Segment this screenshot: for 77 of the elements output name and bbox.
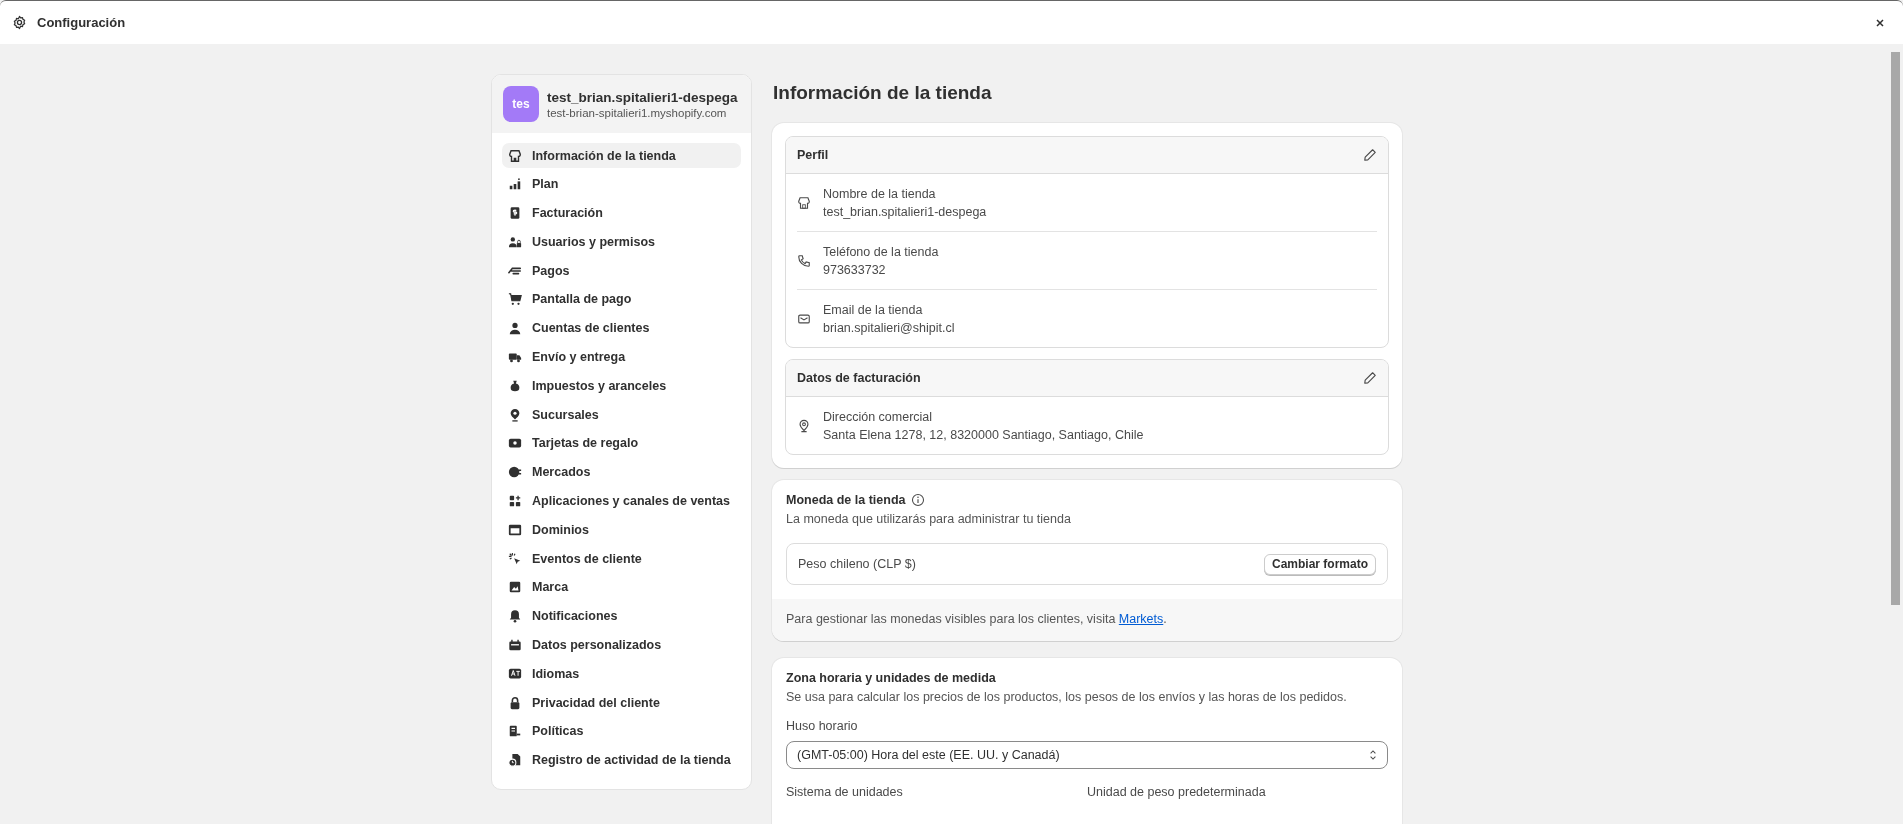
field-value: Santa Elena 1278, 12, 8320000 Santiago, Santiago, Chile xyxy=(823,427,1144,442)
card-description: Se usa para calcular los precios de los productos, los pesos de los envíos y las horas de los pedidos. xyxy=(786,690,1348,704)
timezone-select[interactable]: (GMT-05:00) Hora del este (EE. UU. y Canadá) xyxy=(786,741,1388,769)
lock-icon xyxy=(508,695,522,710)
sidebar-item[interactable]: Pagos xyxy=(502,258,741,284)
window-title: Configuración xyxy=(37,15,126,30)
change-format-button[interactable]: Cambiar formato xyxy=(1263,553,1376,575)
weight-unit-label: Unidad de peso predeterminada xyxy=(1087,785,1267,799)
sidebar-item[interactable]: Aplicaciones y canales de ventas xyxy=(502,488,741,514)
translate-icon xyxy=(508,666,522,681)
page-title: Información de la tienda xyxy=(773,82,993,104)
unit-system-label: Sistema de unidades xyxy=(786,785,904,799)
image-icon xyxy=(508,580,522,595)
field-label: Email de la tienda xyxy=(823,302,924,317)
section-title: Datos de facturación xyxy=(797,371,921,385)
store-name: test_brian.spitalieri1-despega xyxy=(547,89,738,105)
sidebar-item[interactable]: Impuestos y aranceles xyxy=(502,373,741,399)
store-icon xyxy=(797,195,811,210)
location-pin-icon xyxy=(508,407,522,422)
sidebar-item[interactable]: Dominios xyxy=(502,517,741,543)
sidebar-item[interactable]: Idiomas xyxy=(502,661,741,687)
cursor-click-icon xyxy=(508,551,522,566)
scrollbar-thumb[interactable] xyxy=(1891,52,1900,605)
sidebar-item[interactable]: Tarjetas de regalo xyxy=(502,430,741,456)
sidebar-item[interactable]: Envío y entrega xyxy=(502,344,741,370)
field-label: Nombre de la tienda xyxy=(823,186,937,201)
settings-icon xyxy=(12,15,27,30)
sidebar-item[interactable]: Cuentas de clientes xyxy=(502,315,741,341)
sidebar-item[interactable]: Pantalla de pago xyxy=(502,287,741,312)
sidebar-item[interactable]: Facturación xyxy=(502,200,741,226)
chevron-up-down-icon xyxy=(1369,749,1377,761)
sidebar-item[interactable]: Sucursales xyxy=(502,402,741,428)
sidebar-item[interactable]: Registro de actividad de la tienda xyxy=(502,747,741,773)
phone-icon xyxy=(797,253,811,268)
sidebar-item[interactable]: Plan xyxy=(502,171,741,197)
currency-value: Peso chileno (CLP $) xyxy=(798,557,916,571)
document-icon xyxy=(508,724,522,739)
field-label: Dirección comercial xyxy=(823,409,934,424)
location-pin-icon xyxy=(797,418,811,433)
sidebar-item[interactable]: Datos personalizados xyxy=(502,632,741,658)
sidebar-item[interactable]: Usuarios y permisos xyxy=(502,229,741,255)
store-domain: test-brian-spitalieri1.myshopify.com xyxy=(547,106,728,119)
store-icon xyxy=(508,148,522,163)
clock-document-icon xyxy=(508,753,522,768)
edit-icon[interactable] xyxy=(1363,371,1377,385)
card-title: Moneda de la tienda xyxy=(786,493,906,507)
sidebar-item[interactable]: Políticas xyxy=(502,718,741,744)
receipt-icon xyxy=(508,206,522,221)
sidebar-item[interactable]: Privacidad del cliente xyxy=(502,690,741,716)
timezone-label: Huso horario xyxy=(786,719,859,733)
edit-icon[interactable] xyxy=(1363,148,1377,162)
close-icon[interactable] xyxy=(1875,17,1885,28)
calendar-icon xyxy=(508,638,522,653)
money-bag-icon xyxy=(508,378,522,393)
field-value: 973633732 xyxy=(823,262,887,277)
person-icon xyxy=(508,321,522,336)
apps-icon xyxy=(508,494,522,509)
field-value: test_brian.spitalieri1-despega xyxy=(823,204,987,219)
section-title: Perfil xyxy=(797,148,829,162)
card-description: La moneda que utilizarás para administrar tu tienda xyxy=(786,512,1072,526)
cart-icon xyxy=(508,292,522,307)
sidebar-item[interactable]: Eventos de cliente xyxy=(502,546,741,572)
footer-text: Para gestionar las monedas visibles para los clientes, visita Markets. xyxy=(786,612,1168,626)
sidebar-item[interactable]: Notificaciones xyxy=(502,603,741,629)
field-label: Teléfono de la tienda xyxy=(823,244,939,259)
bell-icon xyxy=(508,609,522,624)
field-value: brian.spitalieri@shipit.cl xyxy=(823,320,955,335)
sidebar-item[interactable]: Mercados xyxy=(502,459,741,485)
store-avatar: tes xyxy=(503,86,539,122)
bar-chart-icon xyxy=(508,177,522,192)
browser-icon xyxy=(508,522,522,537)
mail-icon xyxy=(797,311,811,326)
info-icon[interactable] xyxy=(911,493,926,507)
sidebar-item[interactable]: Información de la tienda xyxy=(502,143,741,168)
card-title: Zona horaria y unidades de medida xyxy=(786,671,997,685)
users-icon xyxy=(508,234,522,249)
sidebar-item[interactable]: Marca xyxy=(502,574,741,600)
